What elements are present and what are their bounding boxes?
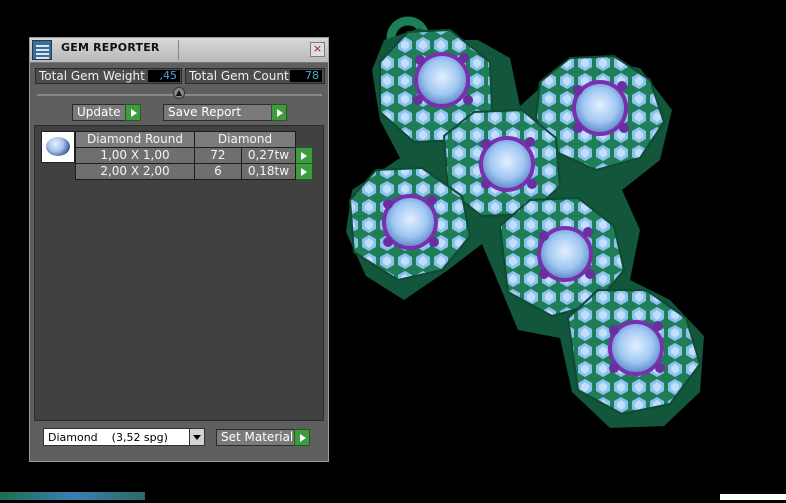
header-shape: Diamond Round <box>75 131 195 148</box>
update-button-label: Update <box>77 105 121 119</box>
gem-size: 2,00 X 2,00 <box>75 163 195 180</box>
gem-count: 72 <box>194 147 242 164</box>
select-row-arrow-icon[interactable] <box>295 147 313 164</box>
gem-icon <box>46 137 70 156</box>
select-row-arrow-icon[interactable] <box>295 163 313 180</box>
table-row[interactable]: 1,00 X 1,00 72 0,27tw <box>75 147 313 164</box>
partial-model-edge <box>0 492 145 500</box>
save-report-button-label: Save Report <box>168 105 242 119</box>
material-select[interactable]: Diamond (3,52 spg) <box>43 428 205 446</box>
total-gem-weight-value: ,45 <box>148 70 180 82</box>
collapse-toggle-icon[interactable]: ▲ <box>173 87 185 99</box>
window-title: GEM REPORTER <box>61 41 160 54</box>
table-header-row: Diamond Round Diamond <box>75 131 313 148</box>
gem-weight: 0,27tw <box>240 147 297 164</box>
play-arrow-icon <box>271 104 287 121</box>
diamond-round-thumbnail[interactable] <box>41 131 75 163</box>
gem-size: 1,00 X 1,00 <box>75 147 195 164</box>
gem-weight: 0,18tw <box>240 163 297 180</box>
total-gem-count-value: 78 <box>290 70 322 82</box>
chevron-down-icon[interactable] <box>189 429 204 445</box>
update-button[interactable]: Update <box>72 104 141 121</box>
play-arrow-icon <box>294 429 310 446</box>
gem-list: Diamond Round Diamond 1,00 X 1,00 72 0,2… <box>34 125 324 421</box>
total-gem-weight-field: Total Gem Weight ,45 <box>35 68 182 84</box>
title-divider <box>178 40 179 60</box>
total-gem-weight-label: Total Gem Weight <box>39 69 145 83</box>
total-gem-count-field: Total Gem Count 78 <box>185 68 325 84</box>
header-material: Diamond <box>194 131 296 148</box>
gem-table: Diamond Round Diamond 1,00 X 1,00 72 0,2… <box>75 131 313 180</box>
report-icon <box>32 40 52 60</box>
save-report-button[interactable]: Save Report <box>163 104 287 121</box>
close-icon[interactable]: × <box>310 42 325 57</box>
title-bar[interactable]: GEM REPORTER × <box>30 38 328 63</box>
viewport-corner-block <box>720 494 786 500</box>
gem-count: 6 <box>194 163 242 180</box>
material-select-value: Diamond (3,52 spg) <box>48 431 168 444</box>
table-row[interactable]: 2,00 X 2,00 6 0,18tw <box>75 163 313 180</box>
set-material-button[interactable]: Set Material <box>216 429 310 446</box>
gem-reporter-panel: GEM REPORTER × Total Gem Weight ,45 Tota… <box>29 37 329 462</box>
play-arrow-icon <box>125 104 141 121</box>
set-material-button-label: Set Material <box>221 430 294 444</box>
total-gem-count-label: Total Gem Count <box>189 69 289 83</box>
